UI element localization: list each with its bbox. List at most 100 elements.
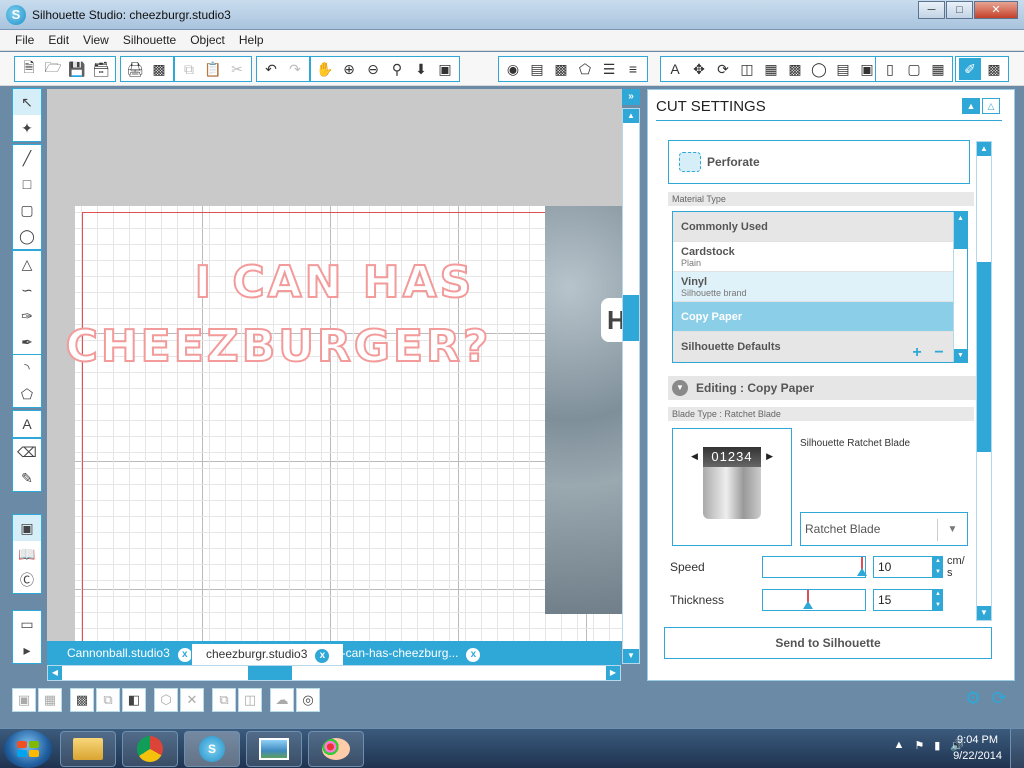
silhouette-taskbar-button[interactable]: S [184, 731, 240, 767]
show-desktop-button[interactable] [1010, 729, 1024, 768]
arc-tool-icon[interactable]: ◝ [13, 355, 41, 381]
expand-arrow-icon[interactable]: ▸ [13, 637, 41, 663]
text-tool-icon[interactable]: A [13, 411, 41, 437]
line-thickness-icon[interactable]: ≡ [622, 58, 644, 80]
scroll-up-arrow-icon[interactable]: ▲ [954, 212, 967, 225]
minimize-button[interactable]: ─ [918, 1, 945, 19]
registration-marks-icon[interactable]: ▢ [903, 58, 925, 80]
tab-close-icon[interactable]: x [466, 648, 481, 662]
pentagon-tool-icon[interactable]: ⬠ [13, 381, 41, 407]
rounded-rectangle-tool-icon[interactable]: ▢ [13, 197, 41, 223]
save-icon[interactable]: 💾 [66, 58, 88, 80]
stepper-up-icon[interactable]: ▲ [933, 589, 943, 600]
undo-icon[interactable]: ↶ [260, 58, 282, 80]
mirror-icon[interactable]: ◫ [238, 688, 262, 712]
sync-icon[interactable]: ⟳ [988, 688, 1010, 710]
eraser-icon[interactable]: ⌫ [13, 439, 41, 465]
photo-viewer-taskbar-button[interactable] [246, 731, 302, 767]
online-store-icon[interactable]: Ⓒ [13, 567, 41, 593]
zoom-out-icon[interactable]: ⊖ [362, 58, 384, 80]
cut-settings-icon[interactable]: ✐ [959, 58, 981, 80]
action-center-flag-icon[interactable]: ⚑ [914, 739, 924, 752]
print-icon[interactable]: 🖨 [124, 58, 146, 80]
explorer-taskbar-button[interactable] [60, 731, 116, 767]
library-icon[interactable]: 📖 [13, 541, 41, 567]
line-tool-icon[interactable]: ╱ [13, 145, 41, 171]
show-hidden-icons-icon[interactable]: ▲ [893, 739, 904, 752]
pan-hand-icon[interactable]: ✋ [314, 58, 336, 80]
copy-icon[interactable]: ⧉ [178, 58, 200, 80]
save-to-library-icon[interactable]: 🗃 [90, 58, 112, 80]
add-material-button[interactable]: + [906, 345, 928, 362]
panel-up-outline-icon[interactable]: △ [982, 98, 1000, 114]
modify-icon[interactable]: ▩ [784, 58, 806, 80]
speed-input[interactable]: 10 [873, 556, 933, 578]
blade-type-select[interactable]: Ratchet Blade ▼ [800, 512, 968, 546]
menu-help[interactable]: Help [232, 30, 271, 50]
duplicate-icon[interactable]: ⧉ [212, 688, 236, 712]
scroll-thumb[interactable] [954, 225, 967, 249]
send-to-silhouette-button[interactable]: Send to Silhouette [664, 627, 992, 659]
line-color-icon[interactable]: ⬠ [574, 58, 596, 80]
bring-to-front-icon[interactable]: ◧ [122, 688, 146, 712]
chrome-taskbar-button[interactable] [122, 731, 178, 767]
scroll-left-arrow-icon[interactable]: ◀ [48, 666, 62, 680]
text-style-icon[interactable]: A [664, 58, 686, 80]
edit-points-icon[interactable]: ✦ [13, 115, 41, 141]
zoom-select-icon[interactable]: ⚲ [386, 58, 408, 80]
close-button[interactable]: ✕ [974, 1, 1018, 19]
blade-left-arrow-icon[interactable]: ◀ [691, 451, 698, 462]
material-copy-paper[interactable]: Copy Paper [673, 302, 967, 332]
design-page-icon[interactable]: ▣ [13, 515, 41, 541]
blade-right-arrow-icon[interactable]: ▶ [766, 451, 773, 462]
collapse-circle-icon[interactable]: ▼ [672, 380, 688, 396]
trace-icon[interactable]: ▤ [832, 58, 854, 80]
caption-line-2[interactable]: CHEEZBURGER? [47, 320, 566, 373]
release-compound-path-icon[interactable]: ⧉ [96, 688, 120, 712]
polygon-tool-icon[interactable]: △ [13, 251, 41, 277]
ungroup-icon[interactable]: ▦ [38, 688, 62, 712]
cut-scissors-icon[interactable]: ✂ [226, 58, 248, 80]
thickness-stepper[interactable]: ▲ ▼ [933, 589, 943, 611]
fill-color-icon[interactable]: ◉ [502, 58, 524, 80]
replicate-icon[interactable]: ▦ [760, 58, 782, 80]
window-panel-icon[interactable]: ▭ [13, 611, 41, 637]
select-arrow-icon[interactable]: ↖ [13, 89, 41, 115]
paint-taskbar-button[interactable] [308, 731, 364, 767]
transform-icon[interactable]: ✥ [688, 58, 710, 80]
open-folder-icon[interactable]: 🗁 [42, 58, 64, 80]
chevron-down-icon[interactable]: ▼ [937, 519, 967, 541]
curve-tool-icon[interactable]: ∽ [13, 277, 41, 303]
line-style-icon[interactable]: ☰ [598, 58, 620, 80]
thickness-slider[interactable] [762, 589, 866, 611]
speed-stepper[interactable]: ▲ ▼ [933, 556, 943, 578]
freehand-tool-icon[interactable]: ✑ [13, 303, 41, 329]
scroll-thumb[interactable] [623, 295, 639, 341]
make-compound-path-icon[interactable]: ▩ [70, 688, 94, 712]
collapse-panel-button[interactable]: » [622, 89, 640, 105]
stepper-down-icon[interactable]: ▼ [933, 600, 943, 611]
menu-silhouette[interactable]: Silhouette [116, 30, 183, 50]
offset-icon[interactable]: ◯ [808, 58, 830, 80]
redo-icon[interactable]: ↷ [284, 58, 306, 80]
menu-edit[interactable]: Edit [41, 30, 76, 50]
scroll-right-arrow-icon[interactable]: ▶ [606, 666, 620, 680]
tab-close-icon[interactable]: x [177, 648, 192, 662]
stepper-up-icon[interactable]: ▲ [933, 556, 943, 567]
weld-icon[interactable]: ⬡ [154, 688, 178, 712]
panel-up-arrow-icon[interactable]: ▲ [962, 98, 980, 114]
page-setup-icon[interactable]: ▯ [879, 58, 901, 80]
menu-object[interactable]: Object [183, 30, 232, 50]
scroll-down-arrow-icon[interactable]: ▼ [954, 349, 967, 362]
scroll-down-arrow-icon[interactable]: ▼ [623, 649, 639, 663]
speed-slider-knob[interactable] [857, 568, 867, 576]
canvas-horizontal-scrollbar[interactable]: ◀ ▶ [47, 665, 621, 681]
new-file-icon[interactable]: 🗎 [18, 58, 40, 80]
editing-header[interactable]: ▼ Editing : Copy Paper [668, 376, 976, 400]
menu-file[interactable]: File [8, 30, 41, 50]
material-group-commonly-used[interactable]: Commonly Used [673, 212, 967, 242]
scroll-thumb[interactable] [248, 666, 292, 680]
network-signal-icon[interactable]: ▮ [934, 739, 940, 752]
scroll-thumb[interactable] [977, 262, 991, 452]
settings-gear-icon[interactable]: ⚙ [962, 688, 984, 710]
